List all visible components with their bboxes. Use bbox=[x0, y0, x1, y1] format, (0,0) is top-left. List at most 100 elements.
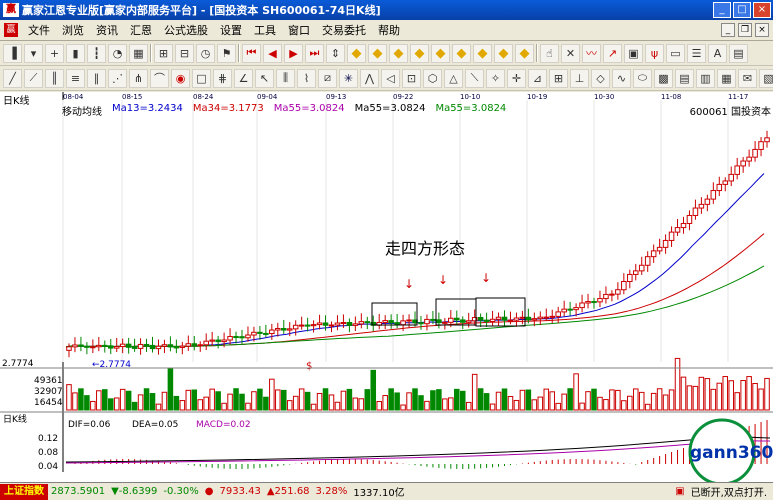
envelope-icon[interactable]: ✉ bbox=[738, 68, 757, 88]
draw-line-icon[interactable]: ╱ bbox=[3, 68, 22, 88]
menu-browse[interactable]: 浏览 bbox=[56, 22, 90, 38]
menu-info[interactable]: 资讯 bbox=[90, 22, 124, 38]
cross-hair-icon[interactable]: ✛ bbox=[507, 68, 526, 88]
grid-lines-icon[interactable]: ⋕ bbox=[213, 68, 232, 88]
mdi-minimize-icon[interactable]: _ bbox=[721, 23, 735, 37]
chart-canvas[interactable]: 日K线 08-04 08-15 08-24 09-04 09-13 09-22 10-10 10… bbox=[0, 92, 773, 482]
speed-icon[interactable]: ⋰ bbox=[108, 68, 127, 88]
next-icon[interactable]: ▶ bbox=[284, 43, 303, 63]
fib-icon[interactable]: ≡ bbox=[66, 68, 85, 88]
angle-icon[interactable]: ∠ bbox=[234, 68, 253, 88]
bar-chart-icon[interactable]: ▮ bbox=[66, 43, 85, 63]
close-icon[interactable]: × bbox=[753, 2, 771, 18]
diamond-icon[interactable]: ◆ bbox=[452, 43, 471, 63]
diamond-icon[interactable]: ◆ bbox=[473, 43, 492, 63]
spiral-icon[interactable]: ✳ bbox=[339, 68, 358, 88]
sine-icon[interactable]: ∿ bbox=[612, 68, 631, 88]
volume-bar bbox=[96, 390, 102, 411]
menu-file[interactable]: 文件 bbox=[22, 22, 56, 38]
menu-trade[interactable]: 交易委托 bbox=[316, 22, 372, 38]
parallel-icon[interactable]: ∥ bbox=[87, 68, 106, 88]
first-page-icon[interactable]: ⏮ bbox=[242, 43, 261, 63]
window-icon[interactable]: ▭ bbox=[666, 43, 685, 63]
mdi-close-icon[interactable]: × bbox=[755, 23, 769, 37]
axis-icon[interactable]: ⊥ bbox=[570, 68, 589, 88]
circle-icon[interactable]: ◉ bbox=[171, 68, 190, 88]
menu-gann[interactable]: 汇恩 bbox=[124, 22, 158, 38]
diamond-outline-icon[interactable]: ◇ bbox=[591, 68, 610, 88]
candle-body bbox=[90, 346, 96, 349]
cross-icon[interactable]: ✕ bbox=[561, 43, 580, 63]
gann-fan-icon[interactable]: ⟋ bbox=[24, 68, 43, 88]
star-icon[interactable]: ✧ bbox=[486, 68, 505, 88]
up-down-icon[interactable]: ⇕ bbox=[326, 43, 345, 63]
chart-type-icon[interactable]: ▐ bbox=[3, 43, 22, 63]
volume-tick: 16454 bbox=[34, 398, 63, 408]
camera-icon[interactable]: ▩ bbox=[654, 68, 673, 88]
toolbar-separator bbox=[238, 44, 240, 62]
minimize-icon[interactable]: _ bbox=[713, 2, 731, 18]
pie-icon[interactable]: ◔ bbox=[108, 43, 127, 63]
diamond-icon[interactable]: ◆ bbox=[410, 43, 429, 63]
trend-icon[interactable]: ↗ bbox=[603, 43, 622, 63]
chart-signal-icon[interactable]: ψ bbox=[645, 43, 664, 63]
diamond-icon[interactable]: ◆ bbox=[389, 43, 408, 63]
arc-icon[interactable]: ⌒ bbox=[150, 68, 169, 88]
save-icon[interactable]: ▤ bbox=[729, 43, 748, 63]
diamond-icon[interactable]: ◆ bbox=[494, 43, 513, 63]
trend-channel-icon[interactable]: ⧄ bbox=[318, 68, 337, 88]
expand-icon[interactable]: ⊞ bbox=[154, 43, 173, 63]
wedge-icon[interactable]: ◁ bbox=[381, 68, 400, 88]
wave-icon[interactable]: 〰 bbox=[582, 43, 601, 63]
diamond-icon[interactable]: ◆ bbox=[431, 43, 450, 63]
ma-legend-item: Ma55=3.0824 bbox=[435, 103, 507, 114]
volume-bar bbox=[686, 385, 693, 411]
zigzag-icon[interactable]: ⋀ bbox=[360, 68, 379, 88]
ellipse-icon[interactable]: ⬭ bbox=[633, 68, 652, 88]
pointer-icon[interactable]: ☝ bbox=[540, 43, 559, 63]
picture-icon[interactable]: ▣ bbox=[624, 43, 643, 63]
cycle-icon[interactable]: ⌇ bbox=[297, 68, 316, 88]
grid2-icon[interactable]: ⊞ bbox=[549, 68, 568, 88]
menu-tools[interactable]: 工具 bbox=[248, 22, 282, 38]
square-icon[interactable]: □ bbox=[192, 68, 211, 88]
menu-window[interactable]: 窗口 bbox=[282, 22, 316, 38]
last-page-icon[interactable]: ⏭ bbox=[305, 43, 324, 63]
mdi-restore-icon[interactable]: ❐ bbox=[738, 23, 752, 37]
menu-settings[interactable]: 设置 bbox=[214, 22, 248, 38]
grid-icon[interactable]: ▦ bbox=[129, 43, 148, 63]
dropdown-arrow-icon[interactable]: ▾ bbox=[24, 43, 43, 63]
menu-help[interactable]: 帮助 bbox=[372, 22, 406, 38]
candle-body bbox=[662, 239, 669, 248]
box-icon[interactable]: ⊡ bbox=[402, 68, 421, 88]
candle-body bbox=[280, 328, 287, 331]
book-icon[interactable]: ▥ bbox=[696, 68, 715, 88]
flag-icon[interactable]: ⚑ bbox=[217, 43, 236, 63]
shrink-icon[interactable]: ⊟ bbox=[175, 43, 194, 63]
ray-icon[interactable]: ↖ bbox=[255, 68, 274, 88]
bars-icon[interactable]: ║ bbox=[45, 68, 64, 88]
list-icon[interactable]: ☰ bbox=[687, 43, 706, 63]
maximize-icon[interactable]: □ bbox=[733, 2, 751, 18]
menu-formula[interactable]: 公式选股 bbox=[158, 22, 214, 38]
index-name[interactable]: 上证指数 bbox=[0, 483, 48, 500]
diamond-icon[interactable]: ◆ bbox=[368, 43, 387, 63]
time-zone-icon[interactable]: ⫼ bbox=[276, 68, 295, 88]
chip-icon[interactable]: ▦ bbox=[717, 68, 736, 88]
diamond-icon[interactable]: ◆ bbox=[515, 43, 534, 63]
text-icon[interactable]: A bbox=[708, 43, 727, 63]
document-icon[interactable]: ▤ bbox=[675, 68, 694, 88]
calc-icon[interactable]: ▧ bbox=[759, 68, 773, 88]
fan-lines-icon[interactable]: ⋔ bbox=[129, 68, 148, 88]
prev-icon[interactable]: ◀ bbox=[263, 43, 282, 63]
diamond-icon[interactable]: ◆ bbox=[347, 43, 366, 63]
clock-icon[interactable]: ◷ bbox=[196, 43, 215, 63]
candle-icon[interactable]: ┇ bbox=[87, 43, 106, 63]
volume-bar bbox=[668, 389, 675, 411]
diagonal-icon[interactable]: ⟍ bbox=[465, 68, 484, 88]
ruler-icon[interactable]: ⊿ bbox=[528, 68, 547, 88]
triangle-icon[interactable]: △ bbox=[444, 68, 463, 88]
hex-icon[interactable]: ⬡ bbox=[423, 68, 442, 88]
zoom-in-icon[interactable]: + bbox=[45, 43, 64, 63]
volume-bar bbox=[448, 397, 454, 411]
